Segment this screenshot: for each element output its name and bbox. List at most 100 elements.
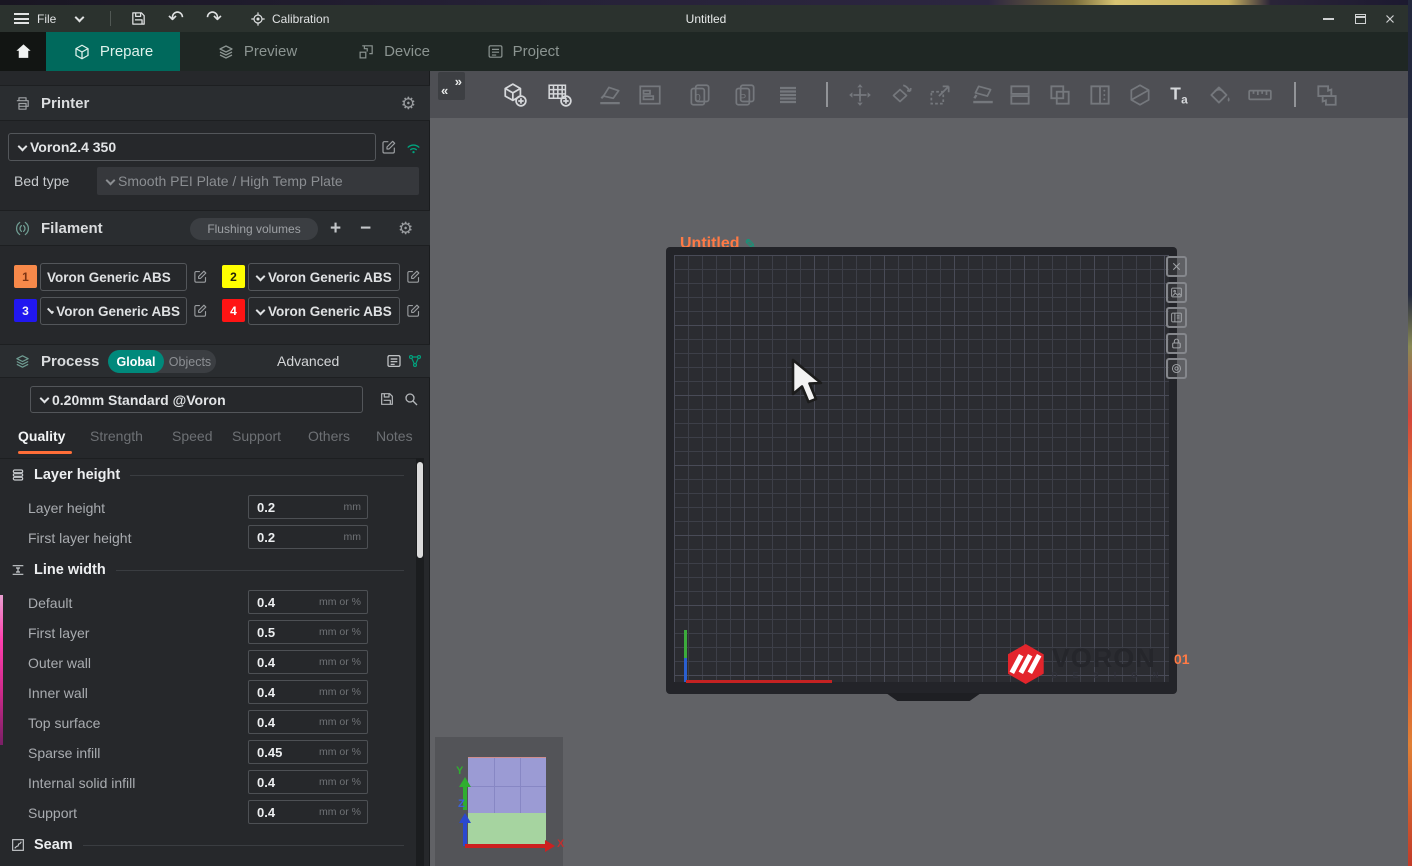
process-profile-select[interactable]: 0.20mm Standard @Voron [30,386,363,413]
tab-notes[interactable]: Notes [376,428,413,444]
app-menu-button[interactable]: File [14,5,56,32]
tab-strength[interactable]: Strength [90,428,143,444]
settings-scrollbar-thumb[interactable] [417,462,423,558]
split-objects-button[interactable] [1004,79,1036,111]
save-button[interactable] [130,5,147,32]
filament-2-swatch[interactable]: 2 [222,265,245,288]
bed-type-select[interactable]: Smooth PEI Plate / High Temp Plate [97,167,419,195]
add-text-button[interactable] [1164,79,1196,111]
tab-device[interactable]: Device [334,32,454,71]
filament-3-select[interactable]: Voron Generic ABS [40,297,187,325]
tab-others[interactable]: Others [308,428,350,444]
setting-input[interactable] [249,500,319,515]
tab-prepare[interactable]: Prepare [46,32,180,71]
parameter-table-icon[interactable] [407,353,423,369]
tab-project[interactable]: Project [462,32,584,71]
viewport-3d[interactable]: » « Untitled ✎ [430,71,1412,866]
filament-settings-gear-icon[interactable]: ⚙ [398,220,413,237]
setting-input[interactable] [249,655,319,670]
line-width-inner-wall-input[interactable]: mm or % [248,680,368,704]
line-width-support-input[interactable]: mm or % [248,800,368,824]
setting-input[interactable] [249,805,319,820]
plate-surface[interactable] [674,255,1169,682]
close-button[interactable] [1376,5,1404,32]
auto-orient-button[interactable] [594,79,626,111]
line-width-default-input[interactable]: mm or % [248,590,368,614]
collapse-sidebar-button[interactable]: » « [438,72,465,100]
minimize-button[interactable] [1314,5,1342,32]
scope-global[interactable]: Global [108,350,164,373]
color-painting-button[interactable] [1204,79,1236,111]
home-button[interactable] [0,32,46,71]
scale-button[interactable] [924,79,956,111]
add-object-button[interactable] [499,79,531,111]
mesh-boolean-button[interactable] [1124,79,1156,111]
tab-preview[interactable]: Preview [192,32,322,71]
setting-input[interactable] [249,775,319,790]
filament-4-swatch[interactable]: 4 [222,299,245,322]
line-width-outer-wall-input[interactable]: mm or % [248,650,368,674]
calibration-button[interactable]: Calibration [250,5,329,32]
line-width-sparse-infill-input[interactable]: mm or % [248,740,368,764]
list-lines-button[interactable] [772,79,804,111]
tab-quality[interactable]: Quality [18,428,65,444]
build-plate[interactable]: VORON D E S I G N [666,247,1177,694]
save-profile-button[interactable] [379,391,395,407]
setting-input[interactable] [249,745,319,760]
search-settings-button[interactable] [403,391,419,407]
filament-2-select[interactable]: Voron Generic ABS [248,263,400,291]
setting-input[interactable] [249,530,319,545]
filament-3-edit-button[interactable] [193,303,208,318]
split-parts-button[interactable] [1044,79,1076,111]
flushing-volumes-button[interactable]: Flushing volumes [190,218,318,240]
process-scope-toggle[interactable]: Global Objects [108,350,216,373]
tab-speed[interactable]: Speed [172,428,212,444]
line-width-internal-solid-input[interactable]: mm or % [248,770,368,794]
arrange-button[interactable] [634,79,666,111]
setting-input[interactable] [249,595,319,610]
first-layer-height-input[interactable]: mm [248,525,368,549]
filament-4-edit-button[interactable] [406,303,421,318]
filament-4-select[interactable]: Voron Generic ABS [248,297,400,325]
undo-button[interactable]: ↶ [168,5,184,32]
printer-select[interactable]: Voron2.4 350 [8,133,376,161]
file-menu-chevron[interactable] [74,5,87,32]
add-plate-button[interactable] [544,79,576,111]
filament-3-swatch[interactable]: 3 [14,299,37,322]
filament-2-edit-button[interactable] [406,269,421,284]
delete-plate-button[interactable] [1166,256,1187,277]
maximize-button[interactable] [1346,5,1374,32]
line-width-first-layer-input[interactable]: mm or % [248,620,368,644]
redo-button[interactable]: ↷ [206,5,222,32]
lock-plate-button[interactable] [1166,333,1187,354]
printer-edit-button[interactable] [381,139,397,155]
settings-list-icon[interactable] [386,353,402,369]
scope-objects[interactable]: Objects [164,355,216,369]
filament-1-swatch[interactable]: 1 [14,265,37,288]
move-button[interactable] [844,79,876,111]
plate-name-button[interactable] [1166,307,1187,328]
lay-on-face-button[interactable] [967,79,999,111]
remove-filament-button[interactable]: − [360,219,371,238]
tab-support[interactable]: Support [232,428,281,444]
line-width-top-surface-input[interactable]: mm or % [248,710,368,734]
assembly-view-button[interactable] [1311,79,1343,111]
doc-p-button[interactable] [729,79,761,111]
setting-input[interactable] [249,685,319,700]
setting-input[interactable] [249,625,319,640]
plate-marker-button[interactable] [1166,358,1187,379]
printer-connection-button[interactable] [405,139,422,156]
doc-0-button[interactable] [684,79,716,111]
measure-button[interactable] [1244,79,1276,111]
chevron-down-icon [256,305,266,315]
filament-1-select[interactable]: Voron Generic ABS [40,263,187,291]
variable-layer-height-button[interactable] [1084,79,1116,111]
add-filament-button[interactable]: + [330,219,341,238]
rotate-button[interactable] [884,79,916,111]
filament-1-edit-button[interactable] [193,269,208,284]
setting-input[interactable] [249,715,319,730]
plate-settings-button[interactable] [1166,282,1187,303]
home-icon [14,42,33,61]
printer-settings-gear-icon[interactable]: ⚙ [401,95,416,112]
layer-height-input[interactable]: mm [248,495,368,519]
